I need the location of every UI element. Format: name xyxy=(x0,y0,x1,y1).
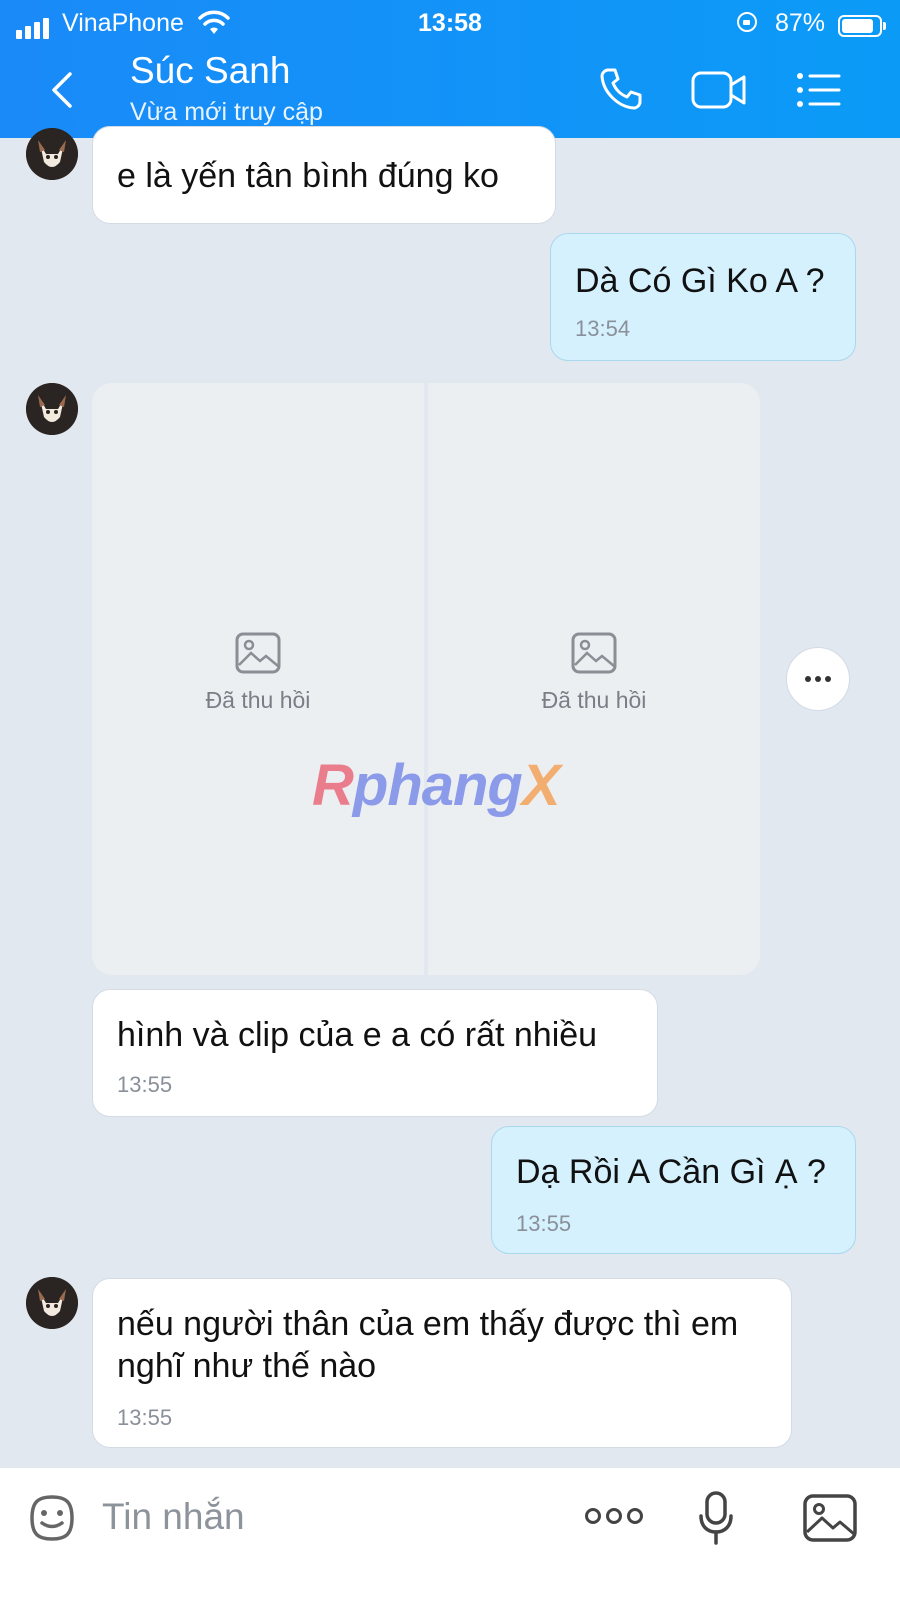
message-text-line-1: nếu người thân của em thấy được thì em xyxy=(117,1305,739,1343)
recalled-image: Đã thu hồi xyxy=(428,631,760,714)
gallery-icon[interactable] xyxy=(802,1492,858,1544)
status-time: 13:58 xyxy=(418,9,482,37)
more-options-icon[interactable] xyxy=(584,1506,644,1526)
message-text: e là yến tân bình đúng ko xyxy=(117,157,499,195)
message-options-button[interactable] xyxy=(786,647,850,711)
message-text: Dạ Rồi A Cần Gì Ạ ? xyxy=(516,1153,826,1191)
image-icon xyxy=(571,632,617,674)
message-text: hình và clip của e a có rất nhiều xyxy=(117,1016,598,1054)
recalled-image: Đã thu hồi xyxy=(92,631,424,714)
message-text: Dà Có Gì Ko A ? xyxy=(575,262,825,300)
message-time: 13:55 xyxy=(117,1405,173,1430)
message-bubble-outgoing[interactable]: Dà Có Gì Ko A ? 13:54 xyxy=(550,233,856,361)
battery-icon xyxy=(838,15,886,37)
chat-header: VinaPhone 13:58 87% Súc Sanh Vừa mới tru… xyxy=(0,0,900,138)
message-bubble-incoming[interactable]: nếu người thân của em thấy được thì em n… xyxy=(92,1278,792,1448)
message-input-bar: Tin nhắn xyxy=(0,1468,900,1600)
menu-list-icon[interactable] xyxy=(794,70,842,110)
rotation-lock-icon xyxy=(737,12,757,32)
message-input[interactable]: Tin nhắn xyxy=(102,1496,245,1538)
message-time: 13:55 xyxy=(117,1072,173,1097)
message-bubble-outgoing[interactable]: Dạ Rồi A Cần Gì Ạ ? 13:55 xyxy=(491,1126,856,1254)
recalled-label: Đã thu hồi xyxy=(541,687,647,713)
contact-avatar[interactable] xyxy=(26,1277,78,1329)
microphone-icon[interactable] xyxy=(698,1490,734,1546)
presence-status: Vừa mới truy cập xyxy=(130,98,323,126)
recalled-media-message[interactable]: Đã thu hồi Đã thu hồi xyxy=(92,383,760,975)
message-time: 13:55 xyxy=(516,1211,572,1236)
contact-name[interactable]: Súc Sanh xyxy=(130,50,290,92)
recalled-label: Đã thu hồi xyxy=(205,687,311,713)
contact-avatar[interactable] xyxy=(26,128,78,180)
message-bubble-incoming[interactable]: hình và clip của e a có rất nhiều 13:55 xyxy=(92,989,658,1117)
phone-icon[interactable] xyxy=(598,66,644,112)
back-icon[interactable] xyxy=(44,70,80,110)
image-icon xyxy=(235,632,281,674)
watermark-logo: RphangX xyxy=(312,753,561,818)
message-text-line-2: nghĩ như thế nào xyxy=(117,1347,377,1385)
message-bubble-incoming[interactable]: e là yến tân bình đúng ko xyxy=(92,126,556,224)
status-bar: VinaPhone 13:58 87% xyxy=(0,6,900,42)
contact-avatar[interactable] xyxy=(26,383,78,435)
message-time: 13:54 xyxy=(575,316,631,341)
battery-percent: 87% xyxy=(775,9,826,37)
video-call-icon[interactable] xyxy=(690,70,748,110)
sticker-icon[interactable] xyxy=(26,1492,78,1544)
